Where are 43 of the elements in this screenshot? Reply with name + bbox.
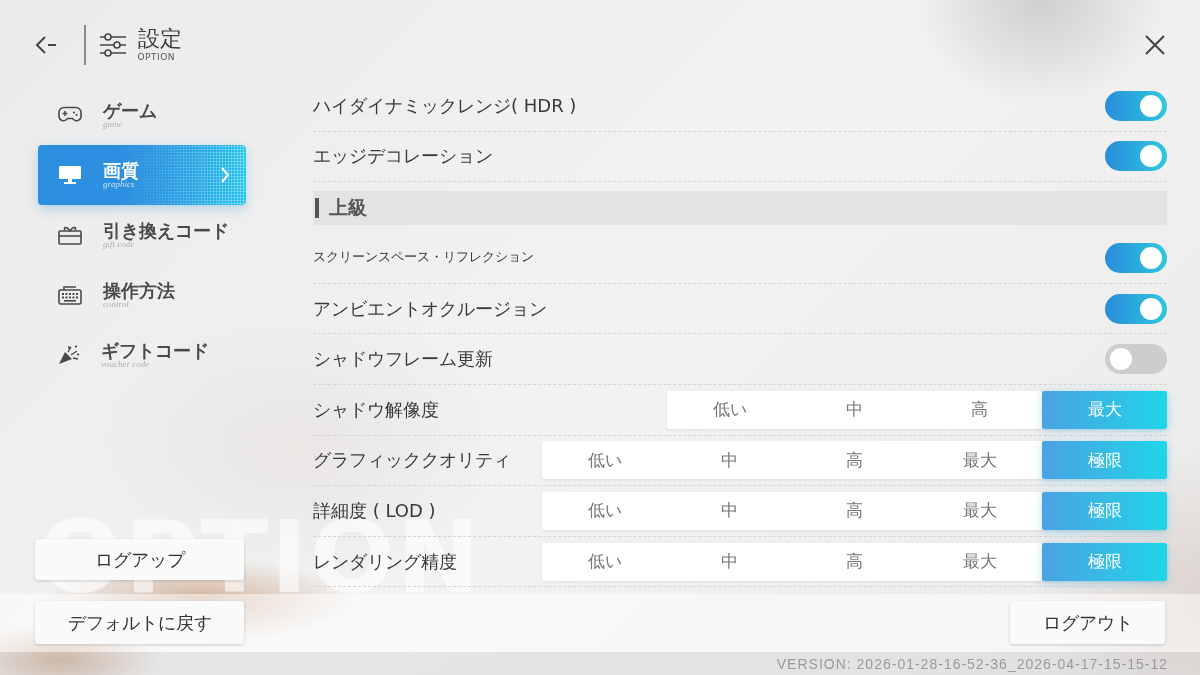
sidebar-item[interactable]: 操作方法 control xyxy=(38,265,246,325)
header-subtitle: OPTION xyxy=(137,52,175,62)
segment-option[interactable]: 高 xyxy=(792,491,917,530)
toggle-switch[interactable] xyxy=(1105,293,1167,324)
setting-label: エッジデコレーション xyxy=(313,144,493,169)
setting-label: アンビエントオクルージョン xyxy=(313,296,547,321)
toggle-switch[interactable] xyxy=(1105,243,1167,273)
segment-option[interactable]: 中 xyxy=(667,491,792,530)
toggle-switch[interactable] xyxy=(1105,344,1167,375)
sidebar-item[interactable]: ギフトコード voucher code xyxy=(38,325,246,385)
segment-option[interactable]: 低い xyxy=(667,390,792,429)
segment-option[interactable]: 低い xyxy=(542,491,667,530)
segment-option[interactable]: 最大 xyxy=(917,491,1042,530)
segment-option[interactable]: 中 xyxy=(792,390,917,429)
sliders-icon xyxy=(99,32,126,57)
party-popper-icon xyxy=(58,345,80,365)
segment-option[interactable]: 中 xyxy=(667,441,792,480)
keyboard-icon xyxy=(58,285,82,305)
section-title: 上級 xyxy=(315,198,367,219)
monitor-icon xyxy=(58,165,82,185)
setting-label: ハイダイナミックレンジ( HDR ) xyxy=(313,93,577,118)
toggle-switch[interactable] xyxy=(1105,90,1167,121)
segment-option[interactable]: 中 xyxy=(667,542,792,581)
logout-button[interactable]: ログアウト xyxy=(1010,601,1165,644)
setting-label: グラフィッククオリティ xyxy=(313,448,511,473)
segment-option[interactable]: 最大 xyxy=(917,441,1042,480)
version-text: VERSION: 2026-01-28-16-52-36_2026-04-17-15-15-12 xyxy=(776,655,1168,672)
gamepad-icon xyxy=(58,106,82,124)
segment-option[interactable]: 最大 xyxy=(917,542,1042,581)
segment-option[interactable]: 高 xyxy=(792,441,917,480)
sidebar-item[interactable]: 画質 graphics xyxy=(38,145,246,205)
segment-option[interactable]: 低い xyxy=(542,542,667,581)
segment-option[interactable]: 低い xyxy=(542,441,667,480)
gift-box-icon xyxy=(58,225,82,245)
setting-label: スクリーンスペース・リフレクション xyxy=(313,249,534,267)
segment-option[interactable]: 高 xyxy=(792,542,917,581)
segment-option[interactable]: 高 xyxy=(917,390,1042,429)
close-icon[interactable] xyxy=(1145,34,1165,55)
header-title: 設定 xyxy=(137,27,182,51)
toggle-switch[interactable] xyxy=(1105,141,1167,172)
chevron-right-icon xyxy=(220,167,230,183)
setting-label: シャドウ解像度 xyxy=(313,397,439,422)
setting-label: シャドウフレーム更新 xyxy=(313,347,493,372)
